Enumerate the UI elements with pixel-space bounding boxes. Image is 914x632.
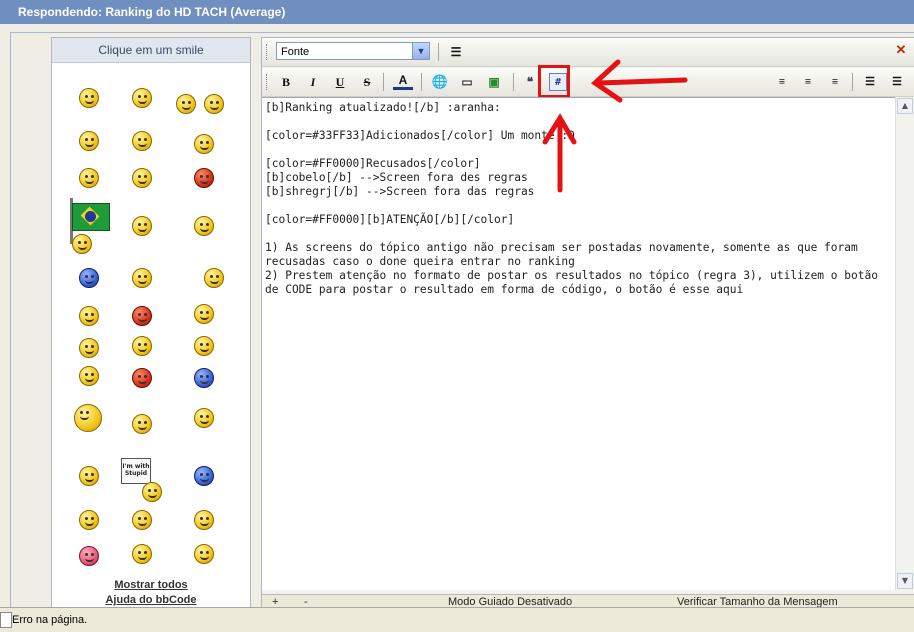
window-title: Respondendo: Ranking do HD TACH (Average… (0, 0, 914, 24)
show-all-link[interactable]: Mostrar todos (52, 578, 250, 593)
smilies-panel: Clique em um smile I'm with Stupid Mostr… (51, 37, 251, 610)
grin-icon[interactable] (132, 88, 152, 108)
sign-text: I'm with Stupid (122, 463, 150, 477)
scroll-down-icon[interactable]: ▼ (897, 573, 913, 589)
status-bar: Erro na página. (0, 607, 914, 632)
fishing-icon[interactable] (204, 268, 224, 288)
love-icon[interactable] (79, 546, 99, 566)
tongue-icon[interactable] (132, 131, 152, 151)
vertical-scrollbar[interactable]: ▲ ▼ (895, 97, 914, 590)
confused-icon[interactable] (79, 510, 99, 530)
whistle-icon[interactable] (194, 304, 214, 324)
cry-icon[interactable] (79, 306, 99, 326)
dance-icon[interactable] (132, 268, 152, 288)
surprised-icon[interactable] (194, 510, 214, 530)
sign-smile-icon[interactable] (142, 482, 162, 502)
cool-icon[interactable] (79, 366, 99, 386)
toolbar-separator (421, 73, 422, 91)
annotation-arrows (542, 59, 688, 193)
font-select-value: Fonte (281, 46, 310, 58)
shock-icon[interactable] (79, 168, 99, 188)
reply-panel: Clique em um smile I'm with Stupid Mostr… (0, 24, 914, 610)
toolbar-separator (513, 73, 514, 91)
link-icon[interactable]: 🌐 (430, 73, 450, 91)
italic-button[interactable]: I (303, 73, 323, 91)
blue-icon[interactable] (194, 368, 214, 388)
hmm-icon[interactable] (132, 336, 152, 356)
align-left-icon[interactable]: ≡ (772, 73, 792, 91)
scroll-up-icon[interactable]: ▲ (897, 98, 913, 114)
ordered-list-icon[interactable]: ☰ (860, 73, 880, 91)
brazil-flag-icon[interactable] (72, 203, 110, 231)
image-icon[interactable]: ▣ (484, 73, 504, 91)
reply-panel-inner: Clique em um smile I'm with Stupid Mostr… (10, 32, 914, 610)
smilies-links: Mostrar todos Ajuda do bbCode (52, 578, 250, 608)
blank-icon[interactable] (194, 216, 214, 236)
smile-icon[interactable] (79, 88, 99, 108)
page-error-icon[interactable] (0, 612, 12, 628)
happy-icon[interactable] (194, 408, 214, 428)
underline-button[interactable]: U (330, 73, 350, 91)
smirk-icon[interactable] (132, 510, 152, 530)
glasses-smile-icon-2[interactable] (204, 94, 224, 114)
align-center-icon[interactable]: ≡ (798, 73, 818, 91)
neutral-icon[interactable] (132, 216, 152, 236)
angry-icon[interactable] (194, 168, 214, 188)
sad-icon[interactable] (132, 168, 152, 188)
smilies-header: Clique em um smile (52, 38, 250, 63)
swear-icon[interactable] (79, 268, 99, 288)
toolbar-separator (438, 43, 439, 61)
flag-smile-icon[interactable] (72, 234, 92, 254)
drink-icon[interactable] (132, 414, 152, 434)
toolbar-separator (852, 73, 853, 91)
bbcode-help-link[interactable]: Ajuda do bbCode (52, 593, 250, 608)
email-icon[interactable]: ▭ (457, 73, 477, 91)
font-select[interactable]: Fonte ▼ (276, 42, 430, 60)
chevron-down-icon[interactable]: ▼ (412, 43, 429, 59)
dizzy-icon[interactable] (194, 466, 214, 486)
annotation-arrow-left (595, 77, 688, 86)
close-icon[interactable]: ✕ (894, 43, 908, 57)
indent-icon[interactable]: ☰ (446, 43, 466, 61)
im-with-stupid-icon[interactable]: I'm with Stupid (121, 458, 151, 484)
status-text: Erro na página. (12, 614, 88, 626)
wall-icon[interactable] (132, 368, 152, 388)
glasses-smile-icon[interactable] (176, 94, 196, 114)
devil-icon[interactable] (132, 306, 152, 326)
strike-button[interactable]: S (357, 73, 377, 91)
quote-icon[interactable]: ❝ (520, 73, 540, 91)
wink-icon[interactable] (79, 466, 99, 486)
eyes-icon[interactable] (132, 544, 152, 564)
align-right-icon[interactable]: ≡ (825, 73, 845, 91)
sunglasses-icon[interactable] (194, 544, 214, 564)
bold-button[interactable]: B (276, 73, 296, 91)
toolbar-grip[interactable] (266, 44, 270, 60)
toolbar-grip[interactable] (266, 74, 270, 90)
wave-icon[interactable] (194, 336, 214, 356)
cheer-icon[interactable] (74, 404, 102, 432)
unordered-list-icon[interactable]: ☰ (887, 73, 907, 91)
toolbar-separator (383, 73, 384, 91)
help-icon[interactable] (79, 338, 99, 358)
sleep-icon[interactable] (194, 134, 214, 154)
font-color-button[interactable]: A (393, 73, 413, 90)
laugh-icon[interactable] (79, 131, 99, 151)
